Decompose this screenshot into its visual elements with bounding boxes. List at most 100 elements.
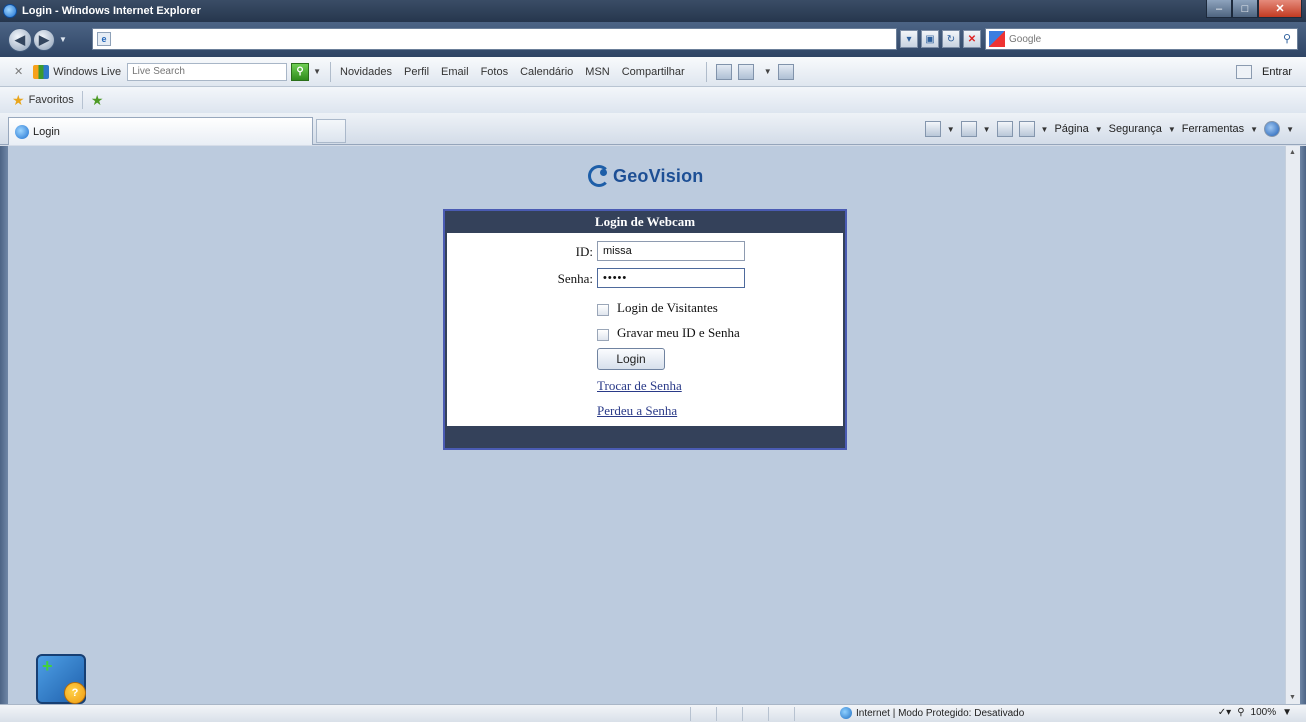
tab-row: Login ▼ ▼ ▼ Página ▼ Segurança ▼ Ferrame… (0, 113, 1306, 145)
forward-button[interactable]: ▶ (33, 28, 55, 51)
security-menu[interactable]: Segurança (1109, 123, 1162, 135)
signin-area: Entrar (1236, 65, 1292, 79)
windows-live-toolbar: ✕ Windows Live ⚲ ▼ Novidades Perfil Emai… (0, 57, 1306, 87)
guest-login-checkbox[interactable] (597, 304, 609, 316)
mail-dropdown[interactable]: ▼ (764, 67, 772, 76)
windows-live-brand[interactable]: Windows Live (53, 66, 121, 78)
back-button[interactable]: ◀ (8, 27, 32, 52)
security-zone[interactable]: Internet | Modo Protegido: Desativado (840, 707, 1024, 719)
refresh-icon: ↻ (946, 33, 956, 45)
favorites-separator (81, 91, 83, 109)
favorites-star-icon: ★ (12, 91, 25, 108)
status-bar: Internet | Modo Protegido: Desativado ✓▾… (0, 704, 1306, 722)
stop-icon: ✕ (967, 33, 977, 45)
favorites-bar: ★ Favoritos ★ (0, 87, 1306, 113)
feeds-icon[interactable] (960, 121, 977, 137)
live-link-email[interactable]: Email (441, 66, 469, 78)
password-label: Senha: (557, 271, 593, 286)
favorites-button[interactable]: Favoritos (29, 94, 74, 106)
remember-checkbox[interactable] (597, 329, 609, 341)
gadget-plus-icon: + (42, 656, 53, 676)
live-link-perfil[interactable]: Perfil (404, 66, 429, 78)
tools-menu-dropdown[interactable]: ▼ (1250, 125, 1258, 134)
close-toolbar-button[interactable]: ✕ (14, 65, 23, 78)
window-frame-left (0, 146, 8, 704)
mail-icon[interactable] (737, 63, 754, 80)
ie-icon (3, 4, 17, 18)
zoom-control[interactable]: ✓▾ ⚲ 100% ▼ (1218, 707, 1292, 718)
close-button[interactable]: ✕ (1258, 0, 1302, 18)
address-row: ◀ ▶ ▼ e ▾ ▣ ↻ ✕ ⚲ (0, 22, 1306, 57)
refresh-button[interactable]: ↻ (942, 30, 960, 48)
title-bar: Login - Windows Internet Explorer – □ ✕ (0, 0, 1306, 22)
forgot-password-link[interactable]: Perdeu a Senha (597, 403, 677, 419)
logo-text: GeoVision (613, 165, 704, 186)
guest-login-label[interactable]: Login de Visitantes (617, 300, 718, 316)
vertical-scrollbar[interactable]: ▲ ▼ (1285, 146, 1300, 704)
minimize-button[interactable]: – (1206, 0, 1232, 18)
live-link-fotos[interactable]: Fotos (481, 66, 509, 78)
history-dropdown[interactable]: ▼ (59, 35, 67, 44)
messenger-icon[interactable] (777, 63, 794, 80)
signin-icon (1236, 65, 1253, 79)
help-dropdown[interactable]: ▼ (1286, 125, 1294, 134)
maximize-button[interactable]: □ (1232, 0, 1258, 18)
search-box[interactable]: ⚲ (985, 28, 1298, 50)
page-content: GeoVision Login de Webcam ID: Senha: Log… (8, 146, 1285, 704)
live-link-calendario[interactable]: Calendário (520, 66, 573, 78)
add-favorite-icon[interactable]: ★ (91, 92, 104, 109)
status-separator (716, 707, 717, 721)
tab-ie-icon (15, 124, 29, 139)
tools-menu[interactable]: Ferramentas (1182, 123, 1244, 135)
home-dropdown[interactable]: ▼ (947, 125, 955, 134)
live-search-button[interactable]: ⚲ (291, 62, 310, 81)
search-icon[interactable]: ⚲ (1283, 32, 1291, 45)
blog-icon[interactable] (715, 63, 732, 80)
page-menu[interactable]: Página (1054, 123, 1088, 135)
login-form: ID: Senha: Login de Visitantes Gravar me… (447, 233, 843, 426)
home-icon[interactable] (924, 121, 941, 137)
address-bar[interactable]: e (92, 28, 897, 50)
window-frame-right (1300, 146, 1306, 704)
remember-label[interactable]: Gravar meu ID e Senha (617, 325, 740, 341)
geovision-logo: GeoVision (588, 165, 704, 187)
password-field[interactable] (597, 268, 745, 288)
print-dropdown[interactable]: ▼ (1041, 125, 1049, 134)
login-title: Login de Webcam (594, 214, 696, 229)
id-label: ID: (575, 244, 593, 259)
stop-button[interactable]: ✕ (963, 30, 981, 48)
compat-button[interactable]: ▣ (921, 30, 939, 48)
address-dropdown[interactable]: ▾ (900, 30, 918, 48)
window-controls: – □ ✕ (1206, 0, 1302, 18)
new-tab-button[interactable] (316, 119, 346, 143)
help-icon[interactable] (1264, 121, 1281, 137)
tab-label: Login (33, 125, 60, 138)
id-field[interactable] (597, 241, 745, 261)
window-title: Login - Windows Internet Explorer (22, 5, 201, 17)
gadget-icon[interactable]: + ? (36, 654, 86, 704)
search-input[interactable] (1009, 33, 1259, 45)
feeds-dropdown[interactable]: ▼ (983, 125, 991, 134)
status-separator (768, 707, 769, 721)
zoom-dropdown[interactable]: ▼ (1282, 707, 1292, 718)
page-menu-dropdown[interactable]: ▼ (1095, 125, 1103, 134)
login-panel: Login de Webcam ID: Senha: Login de Visi… (443, 209, 847, 450)
page-icon: e (97, 32, 111, 46)
live-link-compartilhar[interactable]: Compartilhar (622, 66, 685, 78)
change-password-link[interactable]: Trocar de Senha (597, 378, 682, 394)
toolbar-separator (705, 61, 707, 82)
live-link-novidades[interactable]: Novidades (340, 66, 392, 78)
mail-icon[interactable] (996, 121, 1013, 137)
security-menu-dropdown[interactable]: ▼ (1168, 125, 1176, 134)
live-link-msn[interactable]: MSN (585, 66, 609, 78)
live-search-dropdown[interactable]: ▼ (313, 67, 321, 76)
protected-mode-icon[interactable]: ✓▾ (1218, 707, 1231, 718)
live-search-input[interactable] (127, 62, 288, 81)
login-button[interactable]: Login (597, 348, 665, 370)
scroll-up-icon[interactable]: ▲ (1289, 149, 1296, 156)
signin-link[interactable]: Entrar (1262, 66, 1292, 78)
print-icon[interactable] (1018, 121, 1035, 137)
scroll-down-icon[interactable]: ▼ (1289, 694, 1296, 701)
gadget-help-badge-icon: ? (64, 682, 86, 704)
tab-login[interactable]: Login (8, 117, 313, 145)
